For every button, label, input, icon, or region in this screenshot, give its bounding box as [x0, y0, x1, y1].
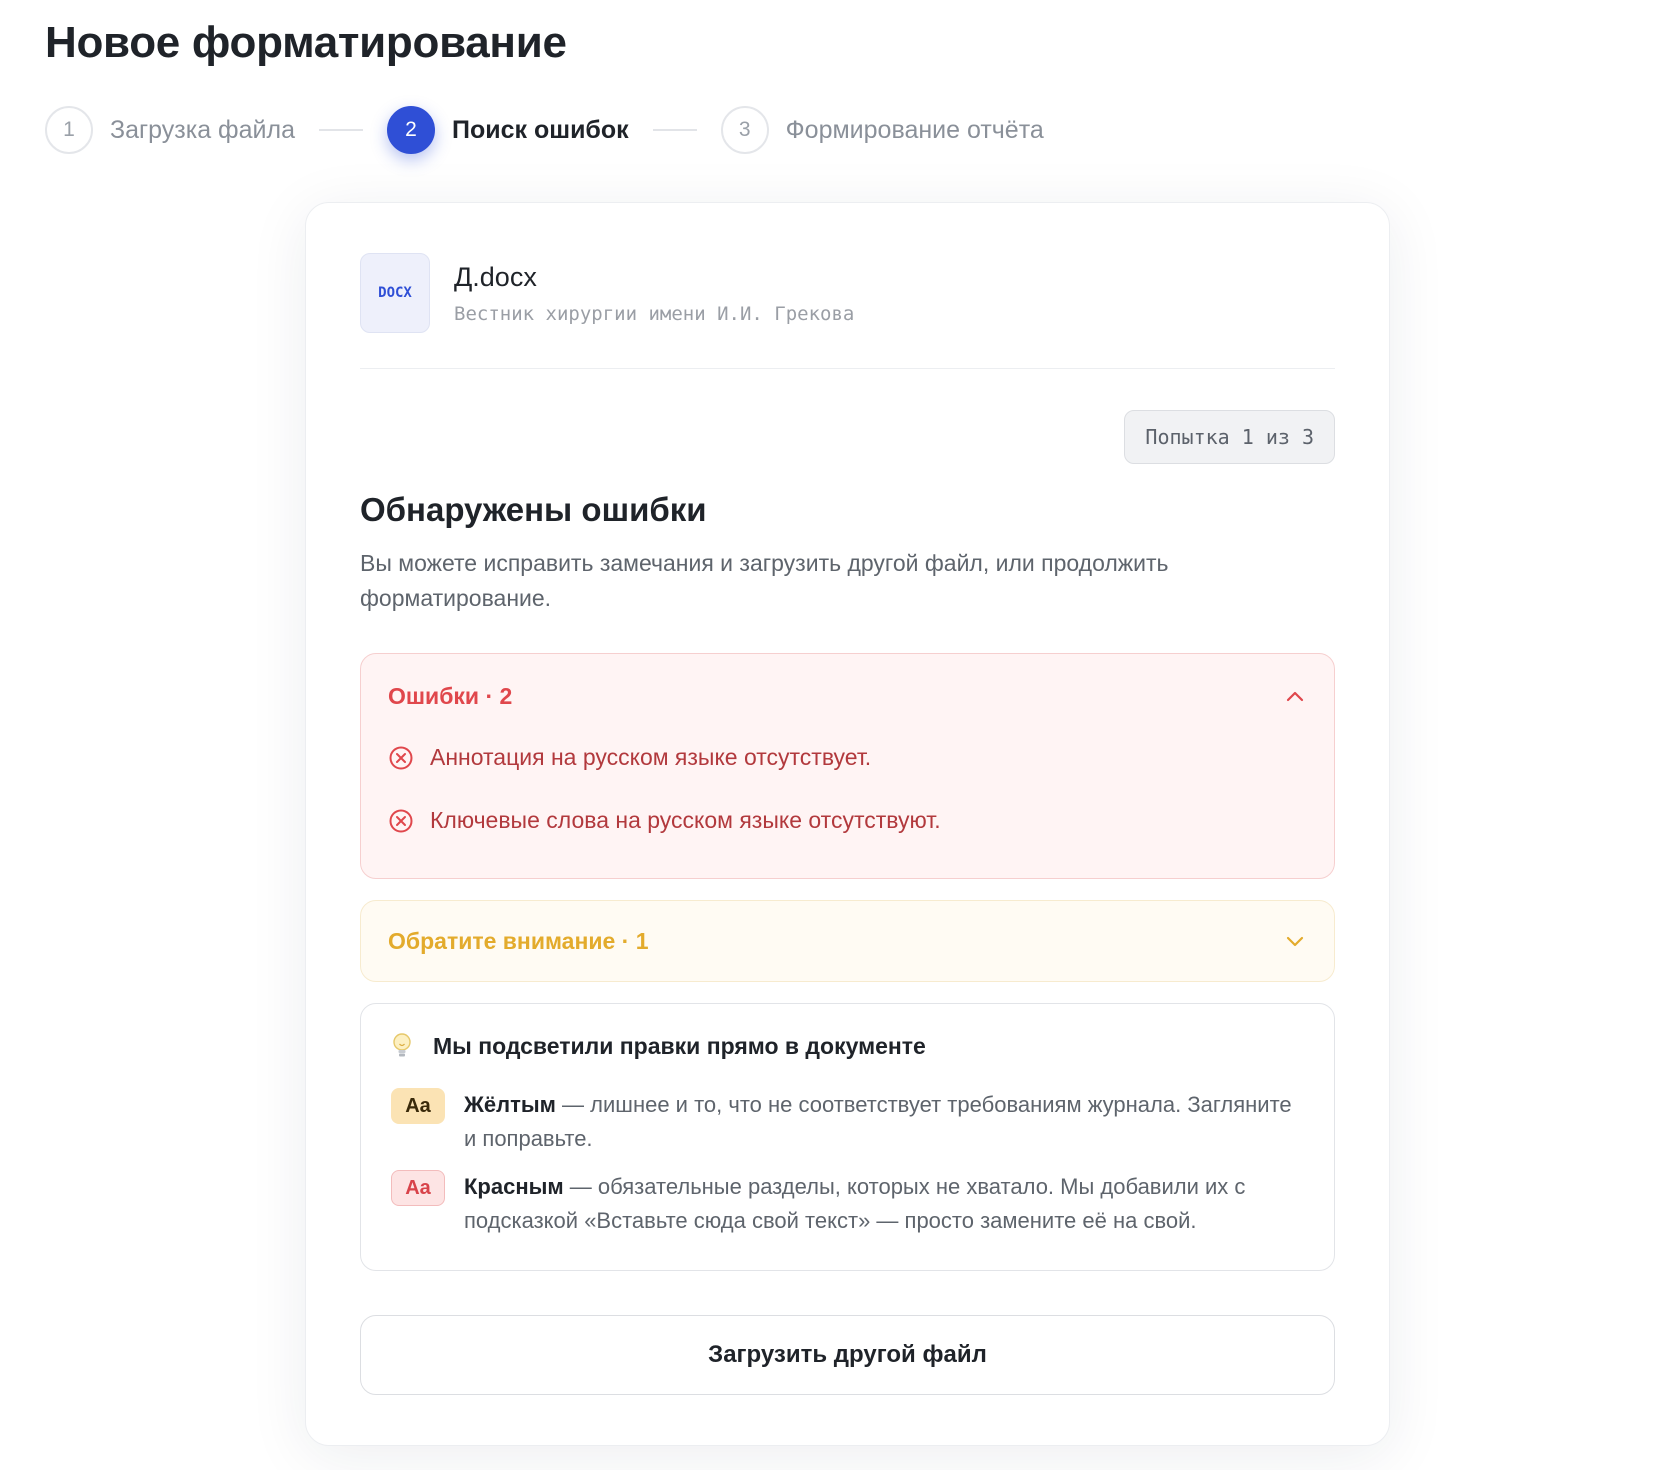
file-name: Д.docx	[454, 261, 537, 292]
legend-red: Aa Красным — обязательные разделы, котор…	[391, 1170, 1304, 1238]
step-separator	[652, 129, 697, 131]
red-highlight-chip: Aa	[391, 1170, 445, 1206]
errors-title: Ошибки · 2	[388, 682, 513, 709]
stepper: 1 Загрузка файла 2 Поиск ошибок 3 Формир…	[45, 106, 1044, 154]
section-description: Вы можете исправить замечания и загрузит…	[360, 550, 1169, 611]
error-text: Аннотация на русском языке отсутствует.	[430, 744, 872, 770]
highlights-title-row: Мы подсветили правки прямо в документе	[391, 1032, 926, 1060]
results-card: DOCX Д.docx Вестник хирургии имени И.И. …	[305, 202, 1390, 1446]
warnings-panel-header[interactable]: Обратите внимание · 1	[388, 923, 1307, 959]
upload-another-file-button[interactable]: Загрузить другой файл	[360, 1315, 1335, 1395]
legend-text: Красным — обязательные разделы, которых …	[464, 1170, 1304, 1238]
warnings-panel: Обратите внимание · 1	[360, 900, 1335, 982]
legend-description: — лишнее и то, что не соответствует треб…	[464, 1092, 1292, 1151]
highlights-info: Мы подсветили правки прямо в документе A…	[360, 1003, 1335, 1271]
lightbulb-icon	[393, 1033, 411, 1057]
step-label: Формирование отчёта	[785, 115, 1044, 144]
circle-x-icon	[389, 809, 413, 832]
docx-file-icon: DOCX	[360, 253, 430, 333]
divider	[360, 368, 1335, 369]
chevron-up-icon[interactable]	[1283, 684, 1307, 708]
page-title: Новое форматирование	[45, 18, 567, 67]
highlights-title: Мы подсветили правки прямо в документе	[433, 1032, 926, 1059]
step-separator	[318, 129, 363, 131]
legend-term: Жёлтым	[464, 1092, 556, 1117]
step-number: 3	[720, 106, 769, 154]
step-number: 2	[386, 106, 435, 154]
file-info: DOCX Д.docx Вестник хирургии имени И.И. …	[360, 253, 854, 333]
step-label: Загрузка файла	[110, 115, 295, 144]
legend-text: Жёлтым — лишнее и то, что не соответству…	[464, 1088, 1304, 1156]
error-item: Аннотация на русском языке отсутствует.	[388, 744, 871, 771]
errors-panel: Ошибки · 2 Аннотация на русском языке от…	[360, 653, 1335, 879]
chevron-down-icon[interactable]	[1283, 929, 1307, 953]
step-search-errors: 2 Поиск ошибок	[386, 106, 629, 154]
yellow-highlight-chip: Aa	[391, 1088, 445, 1124]
error-text: Ключевые слова на русском языке отсутств…	[430, 807, 941, 833]
warnings-title: Обратите внимание · 1	[388, 927, 649, 954]
step-upload: 1 Загрузка файла	[45, 106, 295, 154]
errors-panel-header[interactable]: Ошибки · 2	[388, 678, 1307, 714]
section-title: Обнаружены ошибки	[360, 491, 707, 528]
step-label: Поиск ошибок	[451, 115, 629, 144]
legend-yellow: Aa Жёлтым — лишнее и то, что не соответс…	[391, 1088, 1304, 1156]
legend-term: Красным	[464, 1174, 564, 1199]
step-report: 3 Формирование отчёта	[720, 106, 1044, 154]
file-meta: Д.docx Вестник хирургии имени И.И. Греко…	[454, 262, 854, 325]
step-number: 1	[45, 106, 93, 154]
attempt-badge: Попытка 1 из 3	[1124, 410, 1335, 464]
error-item: Ключевые слова на русском языке отсутств…	[388, 807, 941, 834]
journal-name: Вестник хирургии имени И.И. Грекова	[454, 302, 855, 325]
circle-x-icon	[389, 746, 413, 769]
legend-description: — обязательные разделы, которых не хвата…	[464, 1174, 1246, 1233]
